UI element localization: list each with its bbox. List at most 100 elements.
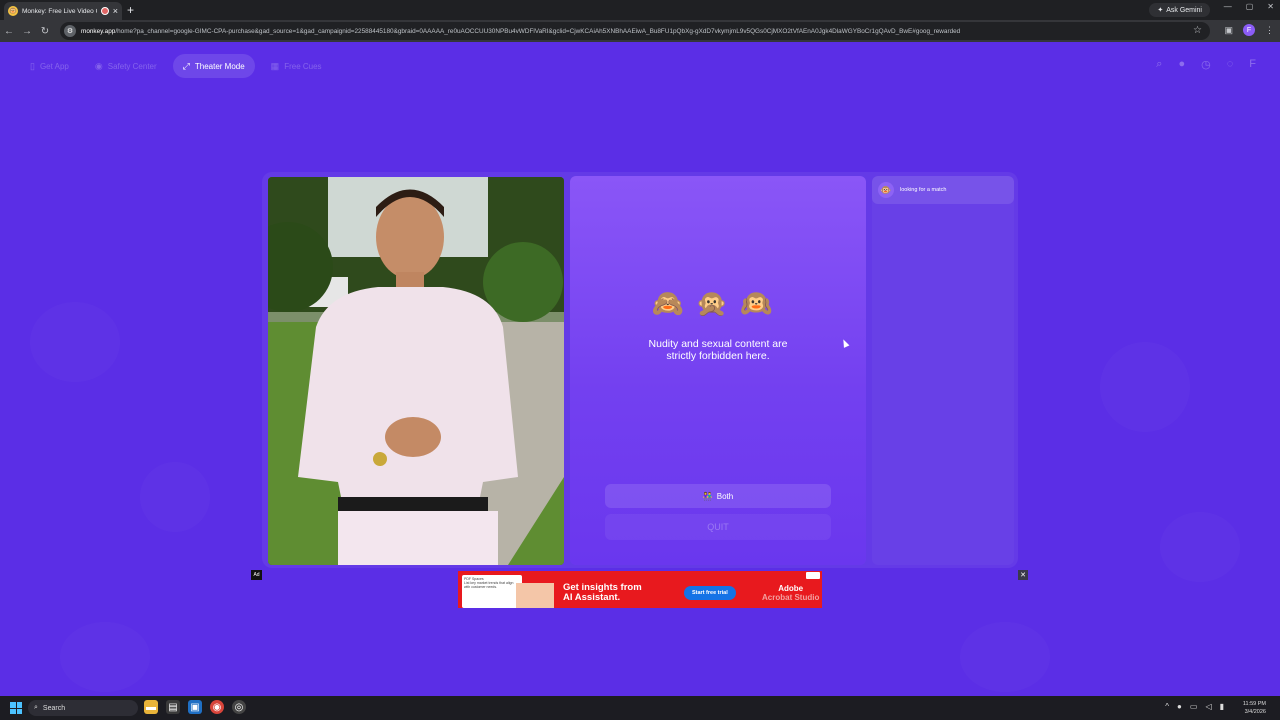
ad-label: Ad [251,570,262,580]
quit-button[interactable]: QUIT [605,514,831,540]
search-icon: ⌕ [34,704,38,711]
camera-image [268,177,564,565]
extensions-icon[interactable]: ▣ [1224,25,1233,36]
ad-thumbnail: PDF Spaces List key market trends that a… [462,575,522,608]
url-domain: monkey.app [81,27,116,35]
background-blob [30,302,120,382]
background-blob [60,622,150,692]
battery-icon[interactable]: ▮ [1220,702,1224,711]
top-navigation: ▯ Get App ◉ Safety Center ⤢ Theater Mode… [20,54,332,78]
ad-thumb-text: List key market trends that align with c… [464,581,514,589]
forward-icon[interactable]: → [18,26,36,37]
bookmark-star-icon[interactable]: ☆ [1193,25,1202,36]
back-icon[interactable]: ← [0,26,18,37]
search-icon[interactable]: ⌕ [1156,58,1162,71]
url-path: /home?pa_channel=google-GIMC-CPA-purchas… [115,27,961,35]
site-info-icon[interactable]: ⚙ [64,25,76,37]
content-warning-line2: strictly forbidden here. [666,350,770,362]
monkey-favicon-icon: 🐵 [8,6,18,16]
ad-cta-button[interactable]: Start free trial [684,586,736,600]
mic-icon[interactable]: ● [1177,702,1182,711]
taskbar-clock[interactable]: 11:59 PM 3/4/2026 [1243,700,1266,716]
address-bar: ← → ↻ ⚙ monkey.app/home?pa_channel=googl… [0,20,1280,42]
recorder-icon[interactable]: ◎ [232,700,246,714]
close-tab-icon[interactable]: × [113,6,118,16]
ad-image [516,583,554,608]
minimize-icon[interactable]: — [1224,2,1232,11]
ad-info-icon[interactable] [806,572,820,579]
taskbar-apps: ▬ ▤ ▣ ◉ ◎ [144,700,246,714]
match-status-text: looking for a match [900,187,947,193]
ad-brand-line2: Acrobat Studio [762,593,820,602]
browser-toolbar-right: ▣ F ⋮ [1224,24,1274,36]
network-icon[interactable]: ▭ [1190,702,1198,711]
window-controls: — ▢ ✕ [1224,2,1274,11]
ad-brand-line1: Adobe [778,584,804,593]
chat-side-panel: 🐵 looking for a match [872,176,1014,565]
gender-icon: 👫 [702,491,713,501]
adobe-ad-banner[interactable]: PDF Spaces List key market trends that a… [458,571,822,608]
tab-title: Monkey: Free Live Video Ch [22,7,97,15]
see-hear-speak-no-evil-monkeys-icon: 🙈🙊🙉 [651,288,785,318]
ad-close-button[interactable]: ✕ [1018,570,1028,580]
background-blob [960,622,1050,692]
browser-tab[interactable]: 🐵 Monkey: Free Live Video Ch × [4,2,122,20]
match-status-row: 🐵 looking for a match [872,176,1014,204]
windows-start-icon[interactable] [10,702,22,714]
store-icon[interactable]: ▤ [166,700,180,714]
ask-gemini-label: Ask Gemini [1166,6,1202,14]
system-tray: ^ ● ▭ ◁ ▮ [1165,702,1224,711]
restore-icon[interactable]: ▢ [1246,2,1254,11]
content-warning-line1: Nudity and sexual content are [648,338,788,350]
video-chat-stage: 🙈🙊🙉 Nudity and sexual content are strict… [262,172,1018,568]
nav-free-cues[interactable]: ▦ Free Cues [261,54,332,78]
recording-indicator-icon [100,7,109,15]
close-window-icon[interactable]: ✕ [1267,2,1274,11]
match-panel: 🙈🙊🙉 Nudity and sexual content are strict… [570,176,866,565]
phone-icon: ▯ [30,60,35,71]
nav-get-app[interactable]: ▯ Get App [20,54,79,78]
profile-avatar[interactable]: F [1243,24,1255,36]
file-explorer-icon[interactable]: ▬ [144,700,158,714]
ad-headline-line2: AI Assistant. [563,592,621,603]
local-video-feed [268,177,564,565]
chevron-up-icon[interactable]: ^ [1165,702,1169,711]
shield-icon: ◉ [94,60,103,71]
expand-icon: ⤢ [182,60,190,71]
nav-safety-center-label: Safety Center [107,61,157,71]
background-blob [1100,342,1190,432]
clock-date: 3/4/2026 [1244,709,1266,715]
ad-brand: Adobe Acrobat Studio [762,584,819,602]
nav-safety-center[interactable]: ◉ Safety Center [85,54,167,78]
background-blob [1160,512,1240,582]
nav-free-cues-label: Free Cues [284,61,322,71]
ask-gemini-button[interactable]: ✦ Ask Gemini [1149,3,1210,17]
gemini-icon: ✦ [1157,7,1164,14]
reload-icon[interactable]: ↻ [36,26,54,37]
both-label: Both [716,491,734,501]
user-initial[interactable]: F [1249,58,1256,71]
taskbar-search-label: Search [42,704,66,712]
windows-taskbar: ⌕ Search ▬ ▤ ▣ ◉ ◎ ^ ● ▭ ◁ ▮ 11:59 PM 3/… [0,696,1280,720]
url-input[interactable]: ⚙ monkey.app/home?pa_channel=google-GIMC… [60,22,1210,40]
app-icon[interactable]: ▣ [188,700,202,714]
new-tab-button[interactable]: + [127,3,134,17]
menu-icon[interactable]: ⋮ [1265,25,1274,36]
tab-bar: 🐵 Monkey: Free Live Video Ch × + ✦ Ask G… [0,0,1280,20]
nav-theater-mode[interactable]: ⤢ Theater Mode [172,54,255,78]
chrome-icon[interactable]: ◉ [210,700,224,714]
url-text: monkey.app/home?pa_channel=google-GIMC-C… [81,28,960,35]
gift-icon: ▦ [270,60,280,71]
clock-time: 11:59 PM [1242,701,1266,707]
coin-icon[interactable]: ● [1178,58,1185,71]
chat-icon[interactable]: ◌ [1227,58,1234,71]
monkey-page: ▯ Get App ◉ Safety Center ⤢ Theater Mode… [0,42,1280,696]
volume-icon[interactable]: ◁ [1205,702,1211,711]
background-blob [140,462,210,532]
nav-theater-mode-label: Theater Mode [194,61,245,71]
top-right-icons: ⌕ ● ◷ ◌ F [1156,58,1256,71]
history-icon[interactable]: ◷ [1201,58,1211,71]
ad-headline: Get insights from AI Assistant. [563,583,642,603]
taskbar-search-input[interactable]: ⌕ Search [28,700,138,716]
gender-filter-both-button[interactable]: 👫 Both [605,484,831,508]
